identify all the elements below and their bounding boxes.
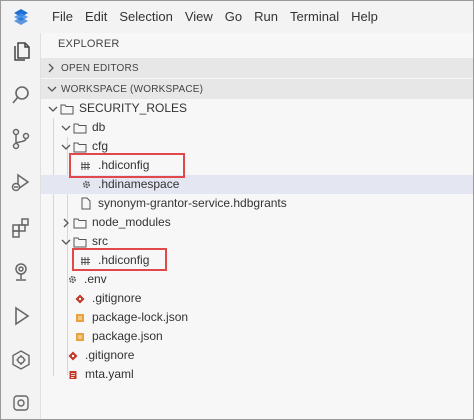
menu-help[interactable]: Help bbox=[351, 1, 386, 33]
tree-item-label: package-lock.json bbox=[92, 310, 189, 324]
menu-terminal[interactable]: Terminal bbox=[290, 1, 347, 33]
app-logo-icon bbox=[1, 1, 41, 33]
remote-icon[interactable] bbox=[1, 254, 41, 290]
highlight-box-src-hdiconfig bbox=[72, 248, 167, 271]
git-icon bbox=[65, 346, 81, 365]
git-icon bbox=[72, 289, 88, 308]
tree-item-folder-db[interactable]: db bbox=[41, 118, 473, 137]
menu-file[interactable]: File bbox=[52, 1, 81, 33]
chevron-down-icon bbox=[60, 232, 72, 251]
extensions-icon[interactable] bbox=[1, 210, 41, 246]
tree-item-file-gitignore[interactable]: .gitignore bbox=[41, 289, 473, 308]
tree-item-label: SECURITY_ROLES bbox=[79, 101, 188, 115]
file-icon bbox=[78, 194, 94, 213]
activity-bar bbox=[1, 33, 41, 419]
explorer-title: EXPLORER bbox=[58, 38, 120, 50]
chevron-down-icon bbox=[47, 85, 61, 93]
folder-open-icon bbox=[72, 118, 88, 137]
tree-item-label: .gitignore bbox=[85, 348, 135, 362]
source-control-icon[interactable] bbox=[1, 121, 41, 157]
settings-icon[interactable] bbox=[1, 385, 41, 419]
menu-run[interactable]: Run bbox=[254, 1, 286, 33]
json-icon bbox=[72, 308, 88, 327]
package-icon[interactable] bbox=[1, 342, 41, 378]
tree-item-label: .gitignore bbox=[92, 291, 142, 305]
open-editors-section[interactable]: OPEN EDITORS bbox=[41, 58, 473, 78]
menu-edit[interactable]: Edit bbox=[85, 1, 115, 33]
yaml-icon bbox=[65, 365, 81, 384]
tree-item-label: package.json bbox=[92, 329, 163, 343]
menu-go[interactable]: Go bbox=[225, 1, 250, 33]
chevron-right-icon bbox=[60, 213, 72, 232]
tree-item-file-package-json[interactable]: package.json bbox=[41, 327, 473, 346]
tree-item-label: db bbox=[92, 120, 106, 134]
menu-selection[interactable]: Selection bbox=[119, 1, 180, 33]
tree-item-file-gitignore-root[interactable]: .gitignore bbox=[41, 346, 473, 365]
chevron-right-icon bbox=[47, 63, 61, 73]
search-icon[interactable] bbox=[1, 77, 41, 113]
tree-item-label: mta.yaml bbox=[85, 367, 134, 381]
tree-item-label: node_modules bbox=[92, 215, 171, 229]
chevron-down-icon bbox=[60, 118, 72, 137]
tree-item-folder-security-roles[interactable]: SECURITY_ROLES bbox=[41, 99, 473, 118]
open-editors-label: OPEN EDITORS bbox=[61, 62, 139, 74]
tree-item-file-mta-yaml[interactable]: mta.yaml bbox=[41, 365, 473, 384]
tree-item-label: .env bbox=[84, 272, 107, 286]
explorer-sidebar: EXPLORER OPEN EDITORS WORKSPACE (WORKSPA… bbox=[41, 33, 473, 419]
folder-icon bbox=[72, 213, 88, 232]
highlight-box-cfg-hdiconfig bbox=[69, 153, 185, 178]
tree-item-file-package-lock[interactable]: package-lock.json bbox=[41, 308, 473, 327]
run-debug-icon[interactable] bbox=[1, 164, 41, 200]
run-icon[interactable] bbox=[1, 298, 41, 334]
folder-open-icon bbox=[59, 99, 75, 118]
menu-bar: File Edit Selection View Go Run Terminal… bbox=[1, 1, 473, 33]
workspace-label: WORKSPACE (WORKSPACE) bbox=[61, 83, 204, 95]
workspace-section[interactable]: WORKSPACE (WORKSPACE) bbox=[41, 79, 473, 99]
gear-icon bbox=[64, 270, 80, 289]
tree-item-file-hdbgrants[interactable]: synonym-grantor-service.hdbgrants bbox=[41, 194, 473, 213]
json-icon bbox=[72, 327, 88, 346]
tree-item-folder-node-modules[interactable]: node_modules bbox=[41, 213, 473, 232]
menu-view[interactable]: View bbox=[185, 1, 221, 33]
explorer-icon[interactable] bbox=[1, 33, 41, 69]
tree-item-file-env[interactable]: .env bbox=[41, 270, 473, 289]
tree-item-label: synonym-grantor-service.hdbgrants bbox=[98, 196, 287, 210]
chevron-down-icon bbox=[47, 99, 59, 118]
window-frame: File Edit Selection View Go Run Terminal… bbox=[0, 0, 474, 420]
